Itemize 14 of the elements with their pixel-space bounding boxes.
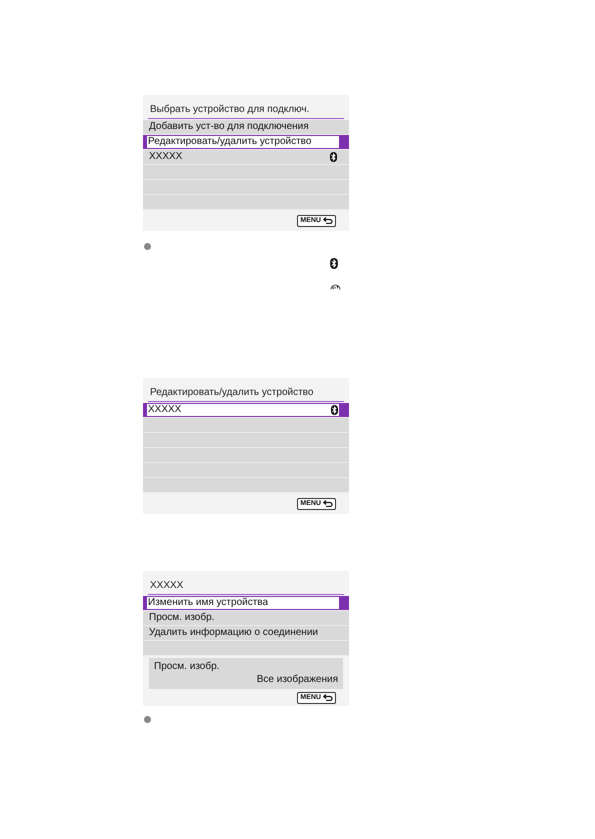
menu-item[interactable]: XXXXX [147, 404, 339, 416]
bullet-icon [144, 243, 151, 250]
menu-item[interactable]: Редактировать/удалить устройство [147, 136, 339, 148]
info-label: Просм. изобр. [154, 660, 220, 673]
menu-item[interactable]: Изменить имя устройства [147, 597, 339, 609]
info-value: Все изображения [256, 673, 338, 686]
screen-title: Выбрать устройство для подключ. [150, 105, 310, 115]
screen-title: Редактировать/удалить устройство [150, 388, 314, 398]
return-arrow-icon [323, 500, 333, 507]
return-arrow-icon [323, 217, 333, 224]
bullet-icon [144, 716, 151, 723]
return-arrow-icon [323, 694, 333, 701]
bluetooth-icon [330, 258, 338, 269]
screen-title: XXXXX [150, 581, 184, 591]
